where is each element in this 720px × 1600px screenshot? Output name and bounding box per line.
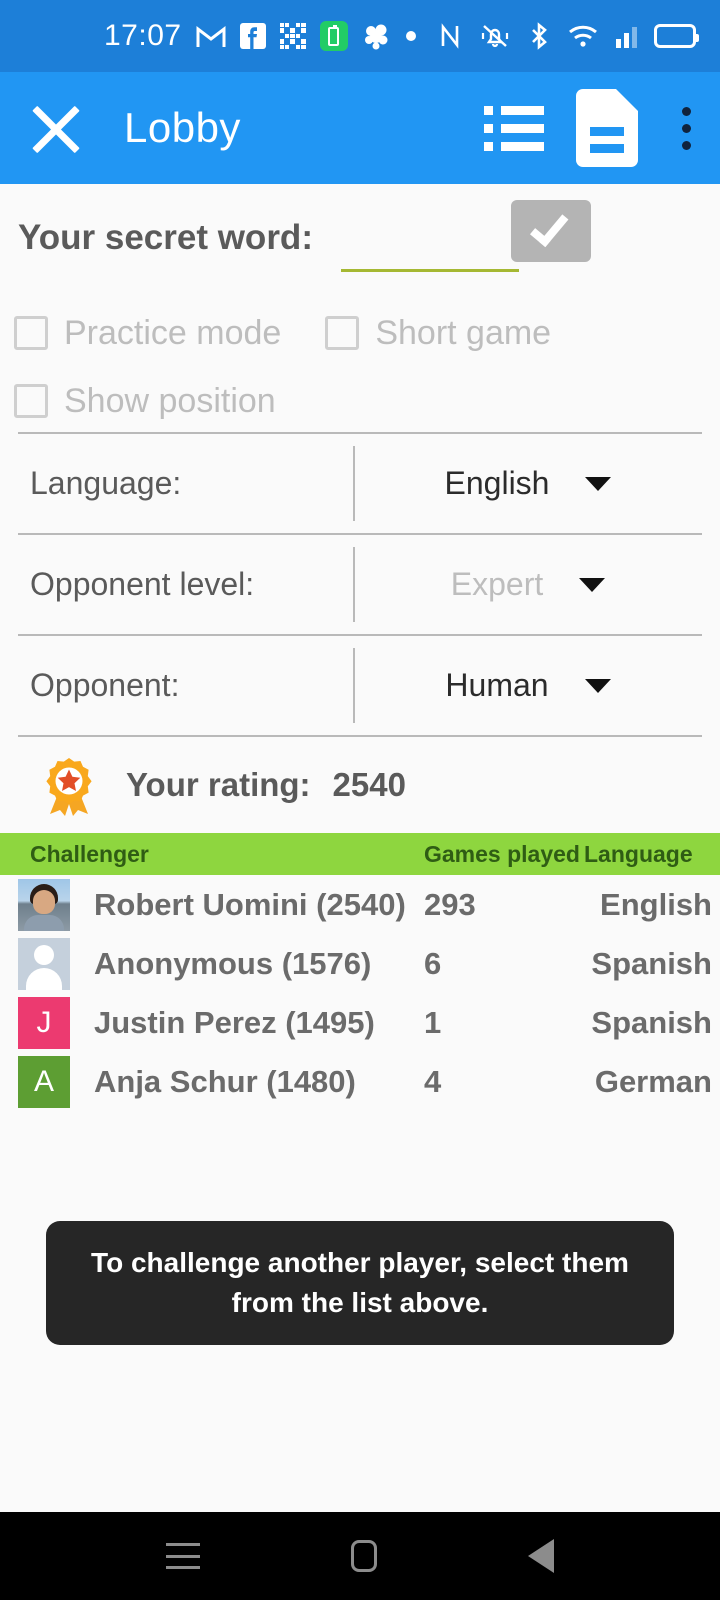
avatar (18, 937, 70, 990)
rating-label: Your rating: (126, 766, 311, 803)
battery-charging-icon (319, 21, 348, 51)
setting-value: Human (445, 667, 549, 703)
setting-label: Opponent: (30, 667, 180, 703)
toast-message: To challenge another player, select them… (46, 1221, 674, 1345)
main-content: Your secret word: Practice mode Short ga… (0, 184, 720, 1111)
brain-icon (364, 24, 388, 50)
language-dropdown[interactable]: English (354, 465, 702, 502)
table-row[interactable]: J Justin Perez (1495) 1 Spanish (0, 993, 720, 1052)
signal-icon (616, 24, 637, 48)
home-icon[interactable] (350, 1540, 377, 1572)
column-header-games-played: Games played (424, 840, 580, 867)
checkbox-short-game[interactable]: Short game (325, 314, 551, 353)
rating-value: 2540 (332, 766, 406, 803)
checkbox-box (325, 316, 360, 350)
status-bar: 17:07 (0, 0, 720, 72)
avatar (18, 878, 70, 931)
setting-row-opponent[interactable]: Opponent: Human (0, 636, 720, 735)
checkbox-label: Short game (375, 313, 552, 352)
nfc-icon (441, 23, 459, 49)
challenger-name: Anonymous (1576) (94, 945, 372, 981)
document-icon[interactable] (576, 89, 638, 167)
qr-code-icon (279, 23, 306, 49)
setting-value: English (444, 465, 550, 501)
opponent-dropdown[interactable]: Human (354, 667, 702, 704)
rating-row: Your rating: 2540 (0, 737, 720, 833)
secret-word-row: Your secret word: (0, 184, 720, 296)
challenger-name: Robert Uomini (2540) (94, 886, 406, 922)
challenger-games: 4 (424, 1063, 442, 1099)
setting-row-opponent-level[interactable]: Opponent level: Expert (0, 535, 720, 634)
avatar: J (18, 996, 70, 1049)
table-row[interactable]: Anonymous (1576) 6 Spanish (0, 934, 720, 993)
challenger-games: 293 (424, 886, 476, 922)
challenger-games: 1 (424, 1004, 442, 1040)
dot-icon (405, 31, 416, 41)
setting-value: Expert (450, 566, 544, 602)
setting-row-language[interactable]: Language: English (0, 434, 720, 533)
checkbox-row-2: Show position (0, 370, 720, 432)
app-bar: Lobby (0, 72, 720, 184)
chevron-down-icon (579, 577, 606, 592)
android-nav-bar (0, 1512, 720, 1600)
checkbox-label: Show position (64, 381, 276, 420)
secret-word-label: Your secret word: (18, 218, 313, 257)
table-row[interactable]: A Anja Schur (1480) 4 German (0, 1052, 720, 1111)
chevron-down-icon (585, 476, 612, 491)
confirm-secret-word-button[interactable] (511, 200, 591, 262)
checkbox-row-1: Practice mode Short game (0, 296, 720, 370)
status-bar-left: 17:07 (104, 19, 416, 53)
chevron-down-icon (584, 678, 611, 693)
status-time: 17:07 (104, 19, 182, 52)
setting-label: Opponent level: (30, 566, 255, 602)
challenger-table-header: Challenger Games played Language (0, 833, 720, 875)
list-icon[interactable] (478, 98, 550, 158)
avatar-initial: J (36, 1005, 52, 1039)
recents-icon[interactable] (165, 1543, 200, 1569)
checkbox-practice-mode[interactable]: Practice mode (14, 314, 281, 353)
challenger-language: German (594, 1063, 712, 1099)
checkbox-label: Practice mode (64, 313, 282, 352)
close-icon[interactable] (20, 92, 92, 164)
check-icon (529, 206, 569, 248)
wifi-icon (569, 25, 597, 47)
phone-screen: 17:07 Lobby Your secret word: Practice m… (0, 0, 720, 1600)
facebook-icon (239, 23, 266, 49)
page-title: Lobby (124, 104, 241, 151)
challenger-name: Justin Perez (1495) (94, 1004, 375, 1040)
column-header-language: Language (584, 840, 693, 867)
more-vert-icon[interactable] (664, 96, 708, 160)
back-icon[interactable] (528, 1539, 555, 1573)
setting-label: Language: (30, 465, 182, 501)
gmail-icon (196, 25, 226, 47)
challenger-games: 6 (424, 945, 442, 981)
column-header-challenger: Challenger (30, 840, 149, 867)
challenger-language: Spanish (591, 945, 712, 981)
checkbox-box (14, 316, 48, 350)
challenger-language: Spanish (591, 1004, 712, 1040)
table-row[interactable]: Robert Uomini (2540) 293 English (0, 875, 720, 934)
avatar-initial: A (33, 1064, 54, 1098)
secret-word-input[interactable] (341, 224, 519, 272)
award-badge-icon (46, 758, 92, 816)
checkbox-show-position[interactable]: Show position (14, 382, 276, 421)
checkbox-box (14, 384, 48, 418)
challenger-name: Anja Schur (1480) (94, 1063, 356, 1099)
bluetooth-icon (532, 22, 547, 50)
battery-icon (654, 24, 699, 48)
avatar: A (18, 1055, 70, 1108)
app-bar-actions (478, 89, 708, 167)
opponent-level-dropdown[interactable]: Expert (354, 566, 702, 603)
vibrate-icon (481, 25, 509, 48)
challenger-language: English (600, 886, 712, 922)
status-bar-right (438, 22, 699, 50)
